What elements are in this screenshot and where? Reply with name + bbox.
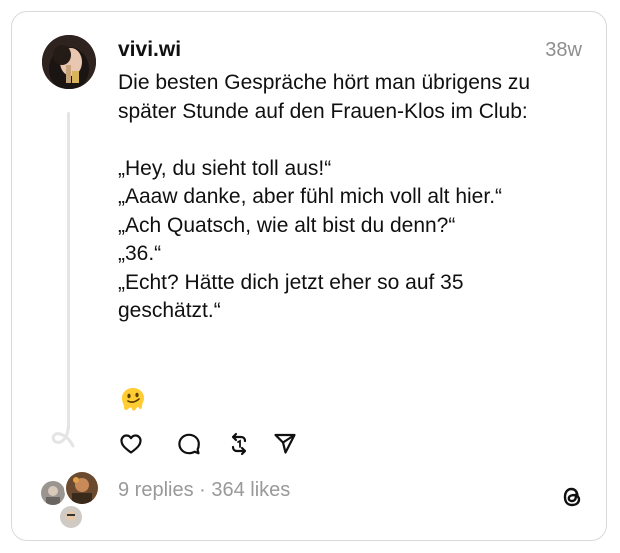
share-icon <box>274 433 296 454</box>
melting-face-emoji <box>122 388 144 411</box>
comment-icon <box>178 433 200 455</box>
user-avatar[interactable] <box>42 35 96 89</box>
post-card: vivi.wi 38w Die besten Gespräche hört ma… <box>11 11 607 541</box>
heart-icon <box>120 434 142 454</box>
username[interactable]: vivi.wi <box>118 38 181 62</box>
like-button[interactable] <box>117 430 145 458</box>
comment-button[interactable] <box>175 430 203 458</box>
repost-icon <box>231 432 247 456</box>
threads-logo-icon[interactable] <box>558 483 586 511</box>
thread-loop-icon <box>51 426 75 448</box>
post-text: Die besten Gespräche hört man übrigens z… <box>118 71 531 322</box>
post-stats[interactable]: 9 replies · 364 likes <box>118 479 290 502</box>
repost-button[interactable] <box>225 430 253 458</box>
replier-avatar-1[interactable] <box>39 479 67 507</box>
thread-line <box>67 112 70 430</box>
post-timestamp: 38w <box>545 39 582 61</box>
replier-avatar-2[interactable] <box>64 470 100 506</box>
replier-avatar-3[interactable] <box>58 504 84 530</box>
share-button[interactable] <box>271 430 299 458</box>
